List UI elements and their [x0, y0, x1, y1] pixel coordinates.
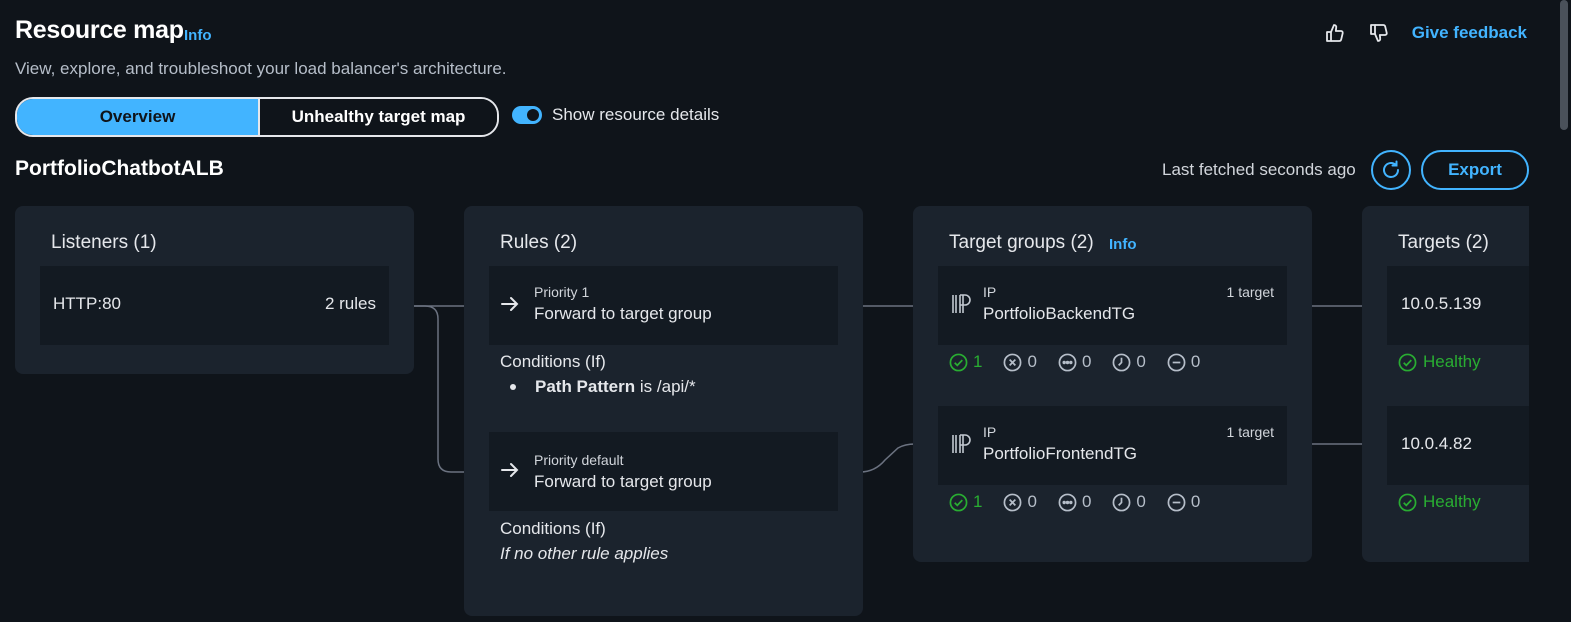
x-circle-icon	[1004, 353, 1022, 371]
targets-panel-clip: Targets (2) 10.0.5.139 Healthy 10.0.4.82…	[1362, 206, 1529, 562]
rule-condition: Path Pattern is /api/*	[510, 377, 696, 397]
ip-icon	[952, 434, 971, 453]
rules-title: Rules (2)	[500, 232, 578, 253]
rule-priority: Priority default	[534, 452, 624, 468]
health-counts: 1 0 0 0 0	[949, 492, 1221, 512]
listener-card[interactable]: HTTP:80 2 rules	[40, 266, 389, 345]
ip-icon	[952, 294, 971, 313]
target-health: Healthy	[1398, 492, 1481, 512]
target-ip: 10.0.5.139	[1401, 294, 1482, 313]
unused-count: 0	[1058, 352, 1091, 372]
bullet	[510, 384, 516, 390]
target-groups-panel: Target groups (2) Info IP 1 target Portf…	[913, 206, 1312, 562]
rule-condition-default: If no other rule applies	[500, 544, 669, 563]
condition-key: Path Pattern	[535, 377, 636, 396]
listener-rule-count: 2 rules	[324, 294, 376, 313]
draining-count: 0	[1112, 492, 1146, 512]
rule-card[interactable]: Priority default Forward to target group	[489, 432, 838, 511]
targets-title: Targets (2)	[1398, 232, 1489, 253]
rule-conditions-title: Conditions (If)	[500, 519, 606, 538]
rule-card[interactable]: Priority 1 Forward to target group	[489, 266, 838, 345]
draining-count: 0	[1112, 352, 1146, 372]
rules-panel: Rules (2) Priority 1 Forward to target g…	[464, 206, 863, 616]
target-status: Healthy	[1423, 492, 1481, 511]
clock-icon	[1112, 353, 1131, 371]
target-ip: 10.0.4.82	[1401, 434, 1472, 453]
rule-conditions-title: Conditions (If)	[500, 352, 606, 371]
target-group-type: IP	[983, 424, 997, 440]
arrow-right-icon	[501, 297, 519, 311]
target-group-name: PortfolioFrontendTG	[983, 444, 1138, 463]
x-circle-icon	[1004, 493, 1022, 511]
ellipsis-circle-icon	[1058, 493, 1077, 511]
arrow-right-icon	[501, 463, 519, 477]
target-card[interactable]: 10.0.4.82	[1387, 406, 1529, 485]
unhealthy-count: 0	[1003, 352, 1037, 372]
target-group-type: IP	[983, 284, 997, 300]
target-group-count: 1 target	[1226, 284, 1274, 300]
target-groups-title: Target groups (2)	[949, 232, 1094, 253]
check-circle-icon	[1398, 493, 1417, 511]
check-circle-icon	[949, 493, 968, 511]
unhealthy-count: 0	[1003, 492, 1037, 512]
minus-circle-icon	[1167, 353, 1186, 371]
clock-icon	[1112, 493, 1131, 511]
check-circle-icon	[949, 353, 968, 371]
target-groups-info-link[interactable]: Info	[1109, 236, 1137, 253]
target-group-count: 1 target	[1226, 424, 1274, 440]
scrollbar[interactable]	[1560, 0, 1568, 130]
rule-action: Forward to target group	[534, 472, 712, 491]
target-group-card[interactable]: IP 1 target PortfolioBackendTG	[938, 266, 1287, 345]
target-group-card[interactable]: IP 1 target PortfolioFrontendTG	[938, 406, 1287, 485]
target-group-name: PortfolioBackendTG	[983, 304, 1136, 323]
unavailable-count: 0	[1167, 492, 1200, 512]
ellipsis-circle-icon	[1058, 353, 1077, 371]
health-counts: 1 0 0 0 0	[949, 352, 1221, 372]
unused-count: 0	[1058, 492, 1091, 512]
minus-circle-icon	[1167, 493, 1186, 511]
unavailable-count: 0	[1167, 352, 1200, 372]
target-health: Healthy	[1398, 352, 1481, 372]
listener-name: HTTP:80	[53, 294, 122, 313]
target-card[interactable]: 10.0.5.139	[1387, 266, 1529, 345]
healthy-count: 1	[949, 352, 982, 372]
check-circle-icon	[1398, 353, 1417, 371]
listeners-panel: Listeners (1) HTTP:80 2 rules	[15, 206, 414, 374]
target-status: Healthy	[1423, 352, 1481, 371]
healthy-count: 1	[949, 492, 982, 512]
listeners-title: Listeners (1)	[51, 232, 157, 253]
condition-operator: is	[639, 377, 653, 396]
condition-value: /api/*	[656, 377, 696, 396]
targets-panel: Targets (2) 10.0.5.139 Healthy 10.0.4.82…	[1362, 206, 1529, 562]
rule-priority: Priority 1	[534, 284, 590, 300]
rule-action: Forward to target group	[534, 304, 712, 323]
